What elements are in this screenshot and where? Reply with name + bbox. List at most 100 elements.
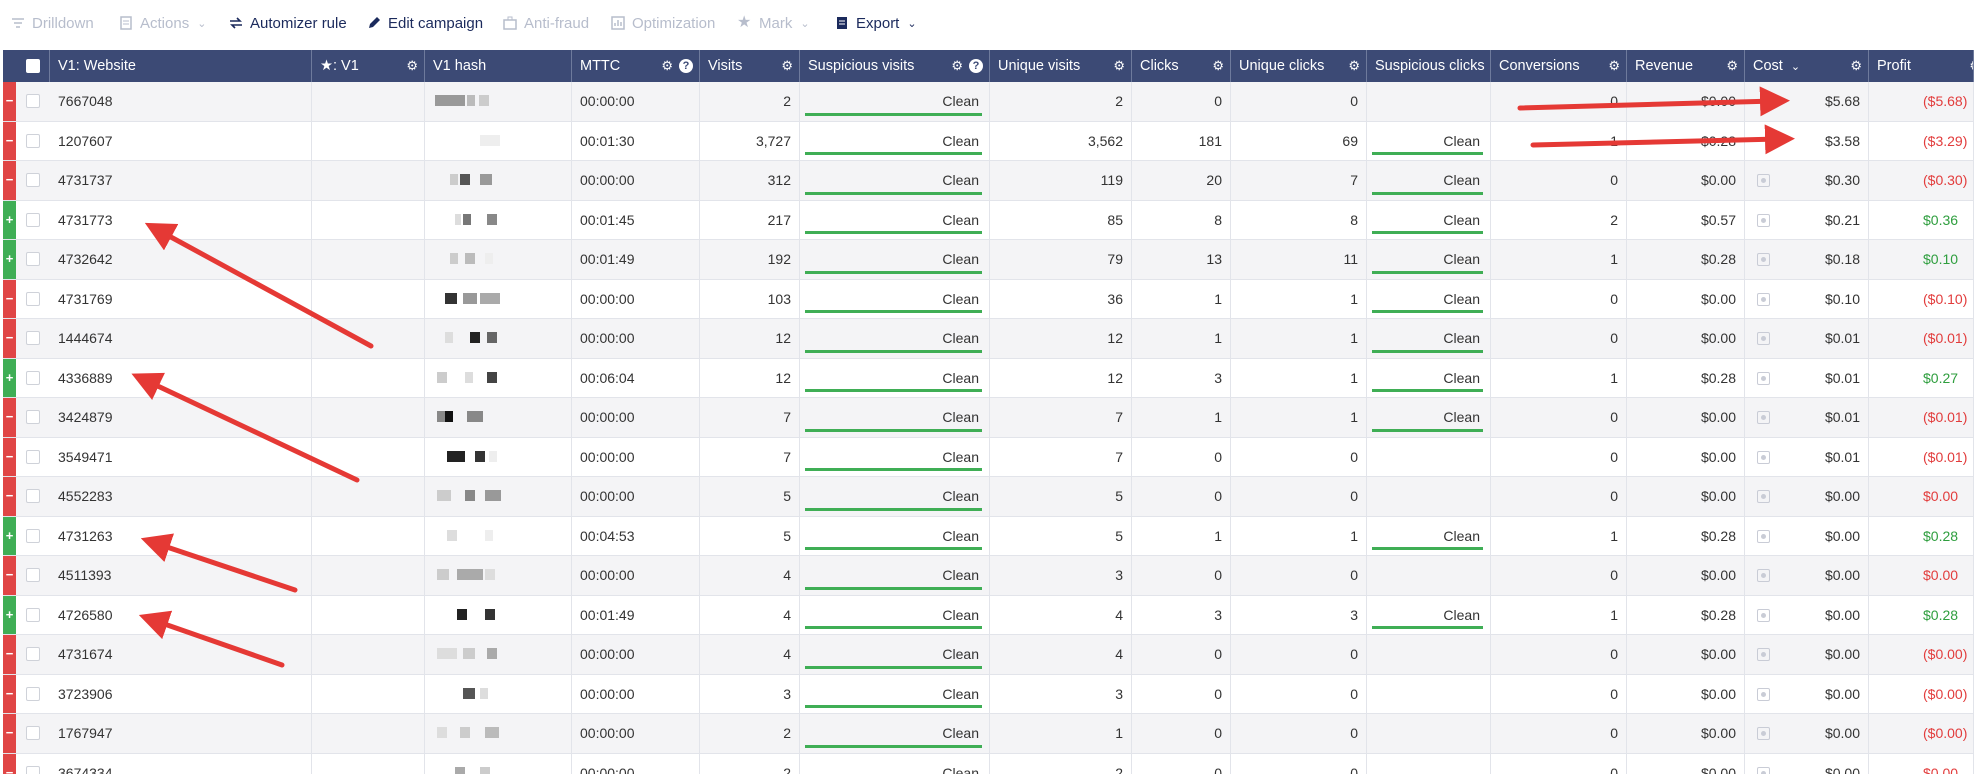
header-cost[interactable]: Cost ⌄ ⚙ <box>1745 50 1869 82</box>
gear-icon[interactable]: ⚙ <box>1348 50 1360 82</box>
cost-settings-icon[interactable] <box>1757 687 1770 701</box>
gear-icon[interactable]: ⚙ <box>1212 50 1224 82</box>
row-checkbox[interactable] <box>26 726 40 740</box>
row-checkbox[interactable] <box>26 449 40 464</box>
suspicious-visits-cell: Clean <box>800 714 990 753</box>
cost-settings-icon[interactable] <box>1757 648 1770 661</box>
row-checkbox[interactable] <box>26 489 40 503</box>
automizer-rule-button[interactable]: Automizer rule <box>228 13 347 33</box>
header-unique-clicks[interactable]: Unique clicks ⚙ <box>1231 50 1367 82</box>
gear-icon[interactable]: ⚙ <box>1969 50 1973 82</box>
table-row[interactable]: −7667048 00:00:00 2 Clean 2 0 0 0 $0.00 $5.68 ($5.… <box>3 82 1974 122</box>
table-row[interactable]: +4732642 00:01:49 192 Clean 79 13 11 Clean 1 $0.2… <box>3 240 1974 280</box>
gear-icon[interactable]: ⚙ <box>951 50 963 82</box>
gear-icon[interactable]: ⚙ <box>661 50 673 82</box>
mark-dropdown[interactable]: ★ Mark ⌄ <box>737 13 810 33</box>
header-suspicious-clicks[interactable]: Suspicious clicks <box>1367 50 1491 82</box>
gear-icon[interactable]: ⚙ <box>781 50 793 82</box>
cost-settings-icon[interactable] <box>1757 292 1770 306</box>
header-profit[interactable]: Profit ⚙ <box>1869 50 1974 82</box>
header-revenue[interactable]: Revenue ⚙ <box>1627 50 1745 82</box>
row-checkbox[interactable] <box>26 212 40 227</box>
row-checkbox[interactable] <box>26 252 40 266</box>
row-checkbox[interactable] <box>26 133 40 148</box>
cost-settings-icon[interactable] <box>1757 766 1770 774</box>
gear-icon[interactable]: ⚙ <box>1726 50 1738 82</box>
cost-settings-icon[interactable] <box>1757 174 1770 187</box>
table-row[interactable]: −3424879 00:00:00 7 Clean 7 1 1 Clean 0 $0.00 $0.0… <box>3 398 1974 438</box>
help-icon[interactable]: ? <box>969 59 983 73</box>
table-row[interactable]: −4511393 00:00:00 4 Clean 3 0 0 0 $0.00 $0.00 $0.0… <box>3 556 1974 596</box>
cost-settings-icon[interactable] <box>1757 253 1770 266</box>
header-mttc[interactable]: MTTC ⚙ ? <box>572 50 700 82</box>
cost-settings-icon[interactable] <box>1757 490 1770 503</box>
cost-settings-icon[interactable] <box>1757 727 1770 740</box>
cost-value: $0.01 <box>1824 369 1860 386</box>
table-row[interactable]: −4731674 00:00:00 4 Clean 4 0 0 0 $0.00 $0.00 ($0.… <box>3 635 1974 675</box>
cost-settings-icon[interactable] <box>1757 371 1770 385</box>
table-row[interactable]: +4726580 00:01:49 4 Clean 4 3 3 Clean 1 $0.28 $0.0… <box>3 595 1974 635</box>
profit-value: ($3.29) <box>1869 121 1974 160</box>
cost-cell: $5.68 <box>1745 82 1869 121</box>
row-checkbox[interactable] <box>26 94 40 108</box>
cost-settings-icon[interactable] <box>1757 332 1770 345</box>
table-row[interactable]: +4731773 00:01:45 217 Clean 85 8 8 Clean 2 $0.57 $… <box>3 200 1974 240</box>
table-row[interactable]: +4336889 00:06:04 12 Clean 12 3 1 Clean 1 $0.28 $0… <box>3 358 1974 398</box>
row-checkbox[interactable] <box>26 765 40 774</box>
header-hash[interactable]: V1 hash <box>425 50 572 82</box>
anti-fraud-button[interactable]: Anti-fraud <box>502 13 589 33</box>
header-suspicious-visits[interactable]: Suspicious visits ⚙ ? <box>800 50 990 82</box>
header-unique-visits[interactable]: Unique visits ⚙ <box>990 50 1132 82</box>
header-visits[interactable]: Visits ⚙ <box>700 50 800 82</box>
table-row[interactable]: −4731769 00:00:00 103 Clean 36 1 1 Clean 0 $0.00 $… <box>3 279 1974 319</box>
table-row[interactable]: −1444674 00:00:00 12 Clean 12 1 1 Clean 0 $0.00 $0… <box>3 319 1974 359</box>
select-all-checkbox[interactable] <box>26 59 40 73</box>
cost-settings-icon[interactable] <box>1757 529 1770 543</box>
drilldown-button[interactable]: Drilldown <box>10 13 94 33</box>
cost-settings-icon[interactable] <box>1757 450 1770 464</box>
gear-icon[interactable]: ⚙ <box>1608 50 1620 82</box>
row-checkbox[interactable] <box>26 291 40 306</box>
unique-clicks-value: 11 <box>1231 240 1367 279</box>
table-row[interactable]: −4731737 00:00:00 312 Clean 119 20 7 Clean 0 $0.0… <box>3 161 1974 201</box>
blurred-hash <box>475 450 485 462</box>
header-clicks[interactable]: Clicks ⚙ <box>1132 50 1231 82</box>
header-v1[interactable]: ★: V1 ⚙ <box>312 50 425 82</box>
row-checkbox[interactable] <box>26 528 40 543</box>
help-icon[interactable]: ? <box>679 59 693 73</box>
header-website[interactable]: V1: Website <box>50 50 312 82</box>
cost-settings-icon[interactable] <box>1757 608 1770 622</box>
table-row[interactable]: −3674334 00:00:00 2 Clean 2 0 0 0 $0.00 $0.00 $0.0… <box>3 753 1974 774</box>
edit-campaign-button[interactable]: Edit campaign <box>366 13 483 33</box>
gear-icon[interactable]: ⚙ <box>1113 50 1125 82</box>
cost-value: $5.68 <box>1824 93 1860 109</box>
table-row[interactable]: −3723906 00:00:00 3 Clean 3 0 0 0 $0.00 $0.00 ($0.… <box>3 674 1974 714</box>
row-checkbox[interactable] <box>26 173 40 187</box>
table-row[interactable]: −3549471 00:00:00 7 Clean 7 0 0 0 $0.00 $0.01 ($0.… <box>3 437 1974 477</box>
table-row[interactable]: −1207607 00:01:30 3,727 Clean 3,562 181 69 Clea… <box>3 121 1974 161</box>
row-checkbox[interactable] <box>26 331 40 345</box>
hash-cell <box>425 674 572 713</box>
optimization-button[interactable]: Optimization <box>610 13 715 33</box>
cost-settings-icon[interactable] <box>1757 213 1770 227</box>
table-row[interactable]: −1767947 00:00:00 2 Clean 1 0 0 0 $0.00 $0.00 ($0.… <box>3 714 1974 754</box>
hash-cell <box>425 121 572 160</box>
row-checkbox[interactable] <box>26 568 40 582</box>
row-checkbox[interactable] <box>26 686 40 701</box>
row-checkbox[interactable] <box>26 607 40 622</box>
table-row[interactable]: +4731263 00:04:53 5 Clean 5 1 1 Clean 1 $0.28 $0.0… <box>3 516 1974 556</box>
cost-cell: $0.00 <box>1745 714 1869 753</box>
row-checkbox[interactable] <box>26 410 40 424</box>
row-checkbox[interactable] <box>26 370 40 385</box>
cost-settings-icon[interactable] <box>1757 569 1770 582</box>
gear-icon[interactable]: ⚙ <box>1850 50 1862 82</box>
cost-settings-icon[interactable] <box>1757 411 1770 424</box>
blurred-hash <box>447 529 457 541</box>
clean-indicator-bar <box>1372 310 1483 313</box>
row-checkbox[interactable] <box>26 647 40 661</box>
actions-dropdown[interactable]: Actions ⌄ <box>118 13 206 33</box>
header-conversions[interactable]: Conversions ⚙ <box>1491 50 1627 82</box>
export-dropdown[interactable]: Export ⌄ <box>834 13 917 33</box>
table-row[interactable]: −4552283 00:00:00 5 Clean 5 0 0 0 $0.00 $0.00 $0.0… <box>3 477 1974 517</box>
gear-icon[interactable]: ⚙ <box>406 50 418 82</box>
